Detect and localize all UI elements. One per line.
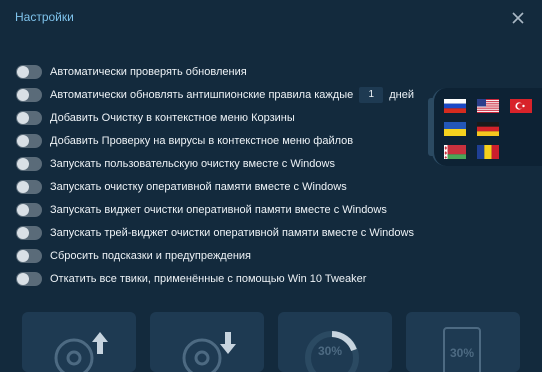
toggle-switch[interactable] <box>16 202 42 217</box>
germany-flag[interactable] <box>477 122 499 136</box>
close-button[interactable] <box>506 6 530 30</box>
ram-percent: 30% <box>318 344 343 358</box>
russian-flag[interactable] <box>444 99 466 113</box>
ram-gauge-icon <box>305 331 359 372</box>
toggle-switch[interactable] <box>16 179 42 194</box>
turkey-flag-icon <box>510 99 532 113</box>
disk-download-tile[interactable] <box>150 312 264 372</box>
ukraine-flag-icon <box>444 122 466 136</box>
settings-options: Автоматически проверять обновления Автом… <box>16 60 436 290</box>
option-label: Запускать пользовательскую очистку вмест… <box>50 157 335 170</box>
option-auto-check-updates: Автоматически проверять обновления <box>16 60 436 83</box>
option-startup-ram-clean: Запускать очистку оперативной памяти вме… <box>16 175 436 198</box>
bottom-tiles: 30% 30% <box>22 312 542 372</box>
disk-upload-icon <box>54 332 108 372</box>
toggle-switch[interactable] <box>16 110 42 125</box>
close-icon <box>512 12 524 24</box>
option-label: Добавить Проверку на вирусы в контекстно… <box>50 134 354 147</box>
romania-flag[interactable] <box>477 145 499 159</box>
option-label: Сбросить подсказки и предупреждения <box>50 249 252 262</box>
window-title: Настройки <box>15 10 74 24</box>
option-virus-scan-context: Добавить Проверку на вирусы в контекстно… <box>16 129 436 152</box>
option-label: Автоматически проверять обновления <box>50 65 247 78</box>
usa-flag[interactable] <box>477 99 499 113</box>
option-auto-update-antispy-rules: Автоматически обновлять антишпионские пр… <box>16 83 436 106</box>
belarus-flag-icon <box>444 145 466 159</box>
romania-flag-icon <box>477 145 499 159</box>
disk-percent: 30% <box>450 346 475 360</box>
option-reset-hints: Сбросить подсказки и предупреждения <box>16 244 436 267</box>
ram-usage-tile[interactable]: 30% <box>278 312 392 372</box>
toggle-switch[interactable] <box>16 64 42 79</box>
days-label: дней <box>389 88 414 101</box>
option-label: Автоматически обновлять антишпионские пр… <box>50 88 354 101</box>
germany-flag-icon <box>477 122 499 136</box>
disk-usage-tile[interactable]: 30% <box>406 312 520 372</box>
option-rollback-tweaks: Откатить все твики, применённые с помощь… <box>16 267 436 290</box>
option-recycle-bin-context: Добавить Очистку в контекстное меню Корз… <box>16 106 436 129</box>
toggle-switch[interactable] <box>16 248 42 263</box>
toggle-switch[interactable] <box>16 156 42 171</box>
toggle-switch[interactable] <box>16 87 42 102</box>
option-label: Добавить Очистку в контекстное меню Корз… <box>50 111 295 124</box>
days-interval-input[interactable]: 1 <box>359 86 384 103</box>
option-startup-ram-widget: Запускать виджет очистки оперативной пам… <box>16 198 436 221</box>
toggle-switch[interactable] <box>16 271 42 286</box>
option-label: Откатить все твики, применённые с помощь… <box>50 272 367 285</box>
ukraine-flag[interactable] <box>444 122 466 136</box>
language-panel <box>428 88 542 166</box>
turkey-flag[interactable] <box>510 99 532 113</box>
belarus-flag[interactable] <box>444 145 466 159</box>
toggle-switch[interactable] <box>16 225 42 240</box>
disk-upload-tile[interactable] <box>22 312 136 372</box>
russian-flag-icon <box>444 99 466 113</box>
title-bar: Настройки <box>0 0 542 36</box>
option-startup-custom-clean: Запускать пользовательскую очистку вмест… <box>16 152 436 175</box>
toggle-switch[interactable] <box>16 133 42 148</box>
option-label: Запускать очистку оперативной памяти вме… <box>50 180 347 193</box>
disk-usage-icon <box>443 327 481 372</box>
disk-download-icon <box>182 332 236 372</box>
usa-flag-icon <box>477 99 499 113</box>
option-startup-tray-widget: Запускать трей-виджет очистки оперативно… <box>16 221 436 244</box>
option-label: Запускать трей-виджет очистки оперативно… <box>50 226 414 239</box>
option-label: Запускать виджет очистки оперативной пам… <box>50 203 387 216</box>
